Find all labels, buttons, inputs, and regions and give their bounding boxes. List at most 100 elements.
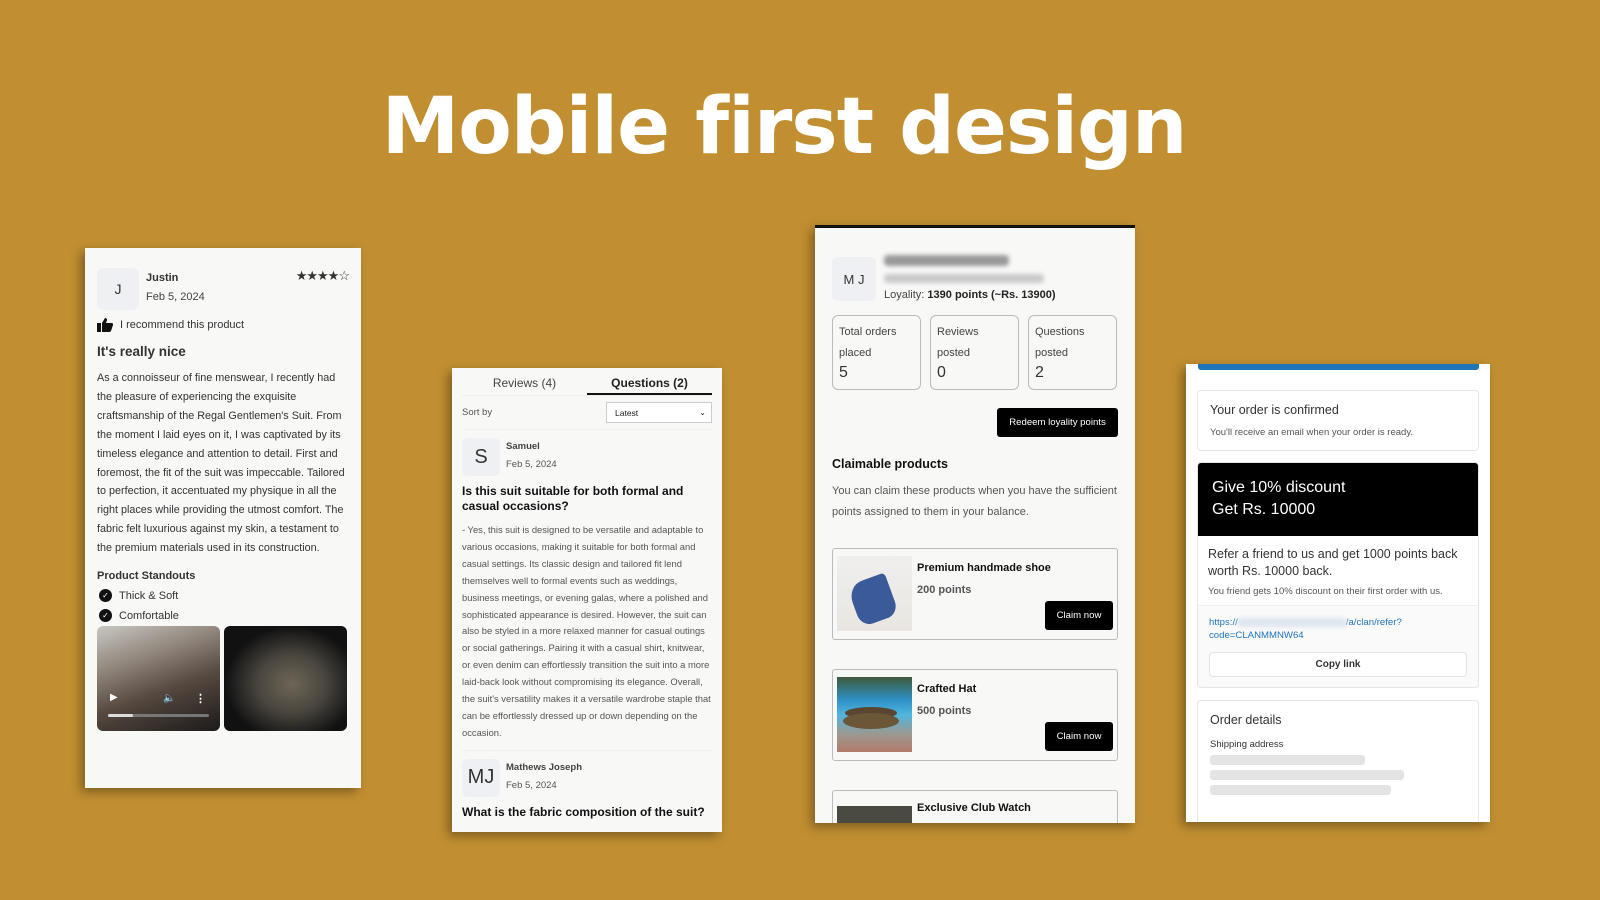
more-options-icon[interactable]: ⋮ bbox=[195, 692, 206, 705]
claimable-title: Claimable products bbox=[832, 457, 948, 471]
confirm-title: Your order is confirmed bbox=[1210, 403, 1339, 417]
asker-name: Samuel bbox=[506, 441, 540, 452]
stat-label: Questions posted bbox=[1035, 326, 1085, 359]
user-profile: M J Loyality: 1390 points (~Rs. 13900) bbox=[832, 253, 1118, 301]
referral-link[interactable]: https:// /a/clan/refer? code=CLANMMNW64 bbox=[1209, 616, 1467, 642]
star-rating: ★★★★☆ bbox=[295, 268, 350, 283]
link-code: code=CLANMMNW64 bbox=[1209, 630, 1304, 641]
stat-value: 5 bbox=[839, 364, 848, 381]
question-item: MJ Mathews Joseph Feb 5, 2024 What is th… bbox=[462, 751, 712, 820]
stat-label: Reviews posted bbox=[937, 326, 979, 359]
product-points: 200 points bbox=[917, 584, 972, 596]
loyalty-label: Loyality: bbox=[884, 289, 925, 301]
play-icon[interactable]: ▶ bbox=[110, 692, 118, 703]
check-circle-icon: ✓ bbox=[99, 589, 112, 603]
stat-value: 0 bbox=[937, 364, 946, 381]
avatar: J bbox=[97, 268, 139, 310]
recommend-row: I recommend this product bbox=[97, 318, 349, 332]
thumbs-up-icon bbox=[97, 318, 113, 332]
tab-bar: Reviews (4) Questions (2) bbox=[462, 368, 712, 396]
asker-name: Mathews Joseph bbox=[506, 761, 583, 773]
product-image-hat bbox=[837, 677, 912, 752]
hero-title: Mobile first design bbox=[381, 82, 1188, 172]
stat-label: Total orders placed bbox=[839, 326, 897, 359]
confirm-subtitle: You'll receive an email when your order … bbox=[1210, 427, 1414, 438]
question-title: Is this suit suitable for both formal an… bbox=[462, 484, 684, 513]
product-points: 500 points bbox=[917, 705, 972, 717]
question-item: S Samuel Feb 5, 2024 Is this suit suitab… bbox=[462, 430, 712, 751]
tab-reviews[interactable]: Reviews (4) bbox=[462, 368, 587, 395]
promo-line-1: Give 10% discount bbox=[1212, 479, 1346, 496]
product-image-watch bbox=[837, 806, 912, 823]
loyalty-panel: M J Loyality: 1390 points (~Rs. 13900) T… bbox=[815, 225, 1135, 823]
stat-value: 2 bbox=[1035, 364, 1044, 381]
sort-label: Sort by bbox=[462, 407, 493, 418]
standouts-title: Product Standouts bbox=[97, 570, 196, 583]
review-video[interactable]: ▶ 🔈 ⋮ bbox=[97, 626, 220, 732]
reviewer-name: Justin bbox=[146, 272, 179, 284]
order-details-card: Order details Shipping address bbox=[1197, 700, 1479, 822]
product-list: Premium handmade shoe 200 points Claim n… bbox=[832, 548, 1118, 823]
product-name: Premium handmade shoe bbox=[917, 562, 1051, 574]
copy-link-button[interactable]: Copy link bbox=[1209, 652, 1467, 677]
promo-banner: Give 10% discount Get Rs. 10000 bbox=[1198, 463, 1478, 536]
link-domain-redacted bbox=[1237, 617, 1346, 627]
check-circle-icon: ✓ bbox=[99, 609, 112, 623]
review-media: ▶ 🔈 ⋮ bbox=[97, 626, 349, 732]
question-date: Feb 5, 2024 bbox=[506, 459, 557, 470]
skeleton-line bbox=[1210, 755, 1365, 765]
avatar: M J bbox=[832, 257, 876, 301]
standout-label: Comfortable bbox=[119, 609, 179, 622]
review-photo[interactable] bbox=[224, 626, 347, 732]
review-body: As a connoisseur of fine menswear, I rec… bbox=[97, 372, 345, 555]
stats-row: Total orders placed 5 Reviews posted 0 Q… bbox=[832, 315, 1118, 390]
redeem-points-button[interactable]: Redeem loyality points bbox=[997, 408, 1118, 437]
claimable-description: You can claim these products when you ha… bbox=[832, 485, 1117, 518]
header-strip bbox=[1198, 364, 1479, 370]
skeleton-line bbox=[1210, 785, 1391, 795]
product-name: Crafted Hat bbox=[917, 683, 977, 695]
loyalty-value: 1390 points (~Rs. 13900) bbox=[927, 289, 1056, 301]
stat-card: Total orders placed 5 bbox=[832, 315, 921, 390]
product-name: Exclusive Club Watch bbox=[917, 802, 1031, 814]
question-answer: - Yes, this suit is designed to be versa… bbox=[462, 522, 712, 751]
product-card: Exclusive Club Watch bbox=[832, 790, 1118, 823]
product-card: Crafted Hat 500 points Claim now bbox=[832, 669, 1118, 761]
shipping-address-label: Shipping address bbox=[1210, 739, 1284, 750]
skeleton-line bbox=[1210, 770, 1404, 780]
refer-subtext: You friend gets 10% discount on their fi… bbox=[1208, 586, 1443, 597]
loyalty-balance: Loyality: 1390 points (~Rs. 13900) bbox=[884, 289, 1056, 301]
video-progress-fill bbox=[108, 714, 134, 718]
order-confirmation-panel: Your order is confirmed You'll receive a… bbox=[1186, 364, 1490, 822]
product-image-shoe bbox=[837, 556, 912, 631]
question-title: What is the fabric composition of the su… bbox=[462, 804, 705, 819]
avatar: S bbox=[462, 438, 500, 476]
recommend-text: I recommend this product bbox=[120, 319, 245, 331]
avatar: MJ bbox=[462, 758, 500, 797]
review-title: It's really nice bbox=[97, 344, 186, 359]
sort-value: Latest bbox=[615, 407, 639, 418]
volume-icon[interactable]: 🔈 bbox=[163, 693, 175, 704]
order-details-title: Order details bbox=[1210, 713, 1282, 727]
refer-text: Refer a friend to us and get 1000 points… bbox=[1208, 547, 1458, 578]
sort-row: Sort by Latest ⌄ bbox=[462, 396, 712, 430]
claim-now-button[interactable]: Claim now bbox=[1045, 601, 1113, 630]
user-name-redacted bbox=[884, 255, 1009, 266]
tab-questions[interactable]: Questions (2) bbox=[587, 368, 712, 395]
sort-select[interactable]: Latest ⌄ bbox=[606, 402, 712, 423]
stat-card: Questions posted 2 bbox=[1028, 315, 1117, 390]
link-path: /a/clan/refer? bbox=[1345, 617, 1402, 628]
video-progress-bar[interactable] bbox=[108, 714, 209, 718]
review-header: J Justin Feb 5, 2024 ★★★★☆ bbox=[97, 268, 350, 310]
referral-card: Give 10% discount Get Rs. 10000 Refer a … bbox=[1197, 462, 1479, 688]
order-confirmed-card: Your order is confirmed You'll receive a… bbox=[1197, 390, 1479, 451]
chevron-down-icon: ⌄ bbox=[699, 408, 706, 417]
product-card: Premium handmade shoe 200 points Claim n… bbox=[832, 548, 1118, 640]
review-date: Feb 5, 2024 bbox=[146, 291, 205, 303]
standout-label: Thick & Soft bbox=[119, 589, 179, 602]
claim-now-button[interactable]: Claim now bbox=[1045, 722, 1113, 751]
standout-item: ✓ Thick & Soft bbox=[97, 589, 349, 603]
standout-item: ✓ Comfortable bbox=[97, 609, 349, 623]
link-prefix: https:// bbox=[1209, 617, 1238, 628]
user-email-redacted bbox=[884, 274, 1044, 283]
